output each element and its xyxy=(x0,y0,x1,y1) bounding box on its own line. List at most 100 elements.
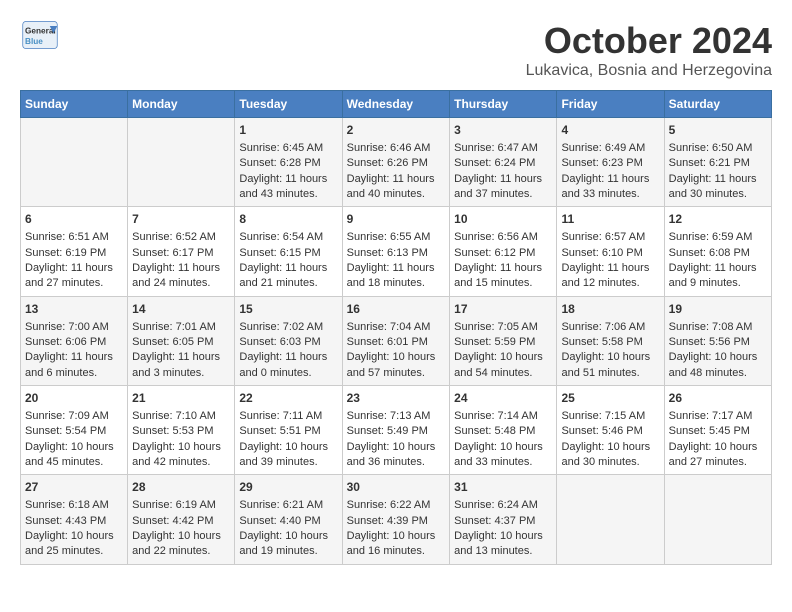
sunrise-text: Sunrise: 6:46 AM xyxy=(347,142,431,154)
calendar-cell: 13Sunrise: 7:00 AMSunset: 6:06 PMDayligh… xyxy=(21,296,128,385)
day-number: 16 xyxy=(347,301,446,318)
calendar-cell: 7 Sunrise: 6:52 AM Sunset: 6:17 PM Daylight… xyxy=(128,207,235,296)
sunrise-text: Sunrise: 7:05 AM xyxy=(454,321,538,333)
calendar-week-4: 20Sunrise: 7:09 AMSunset: 5:54 PMDayligh… xyxy=(21,386,772,475)
day-number: 2 xyxy=(347,122,446,139)
weekday-header-thursday: Thursday xyxy=(450,91,557,118)
calendar-cell: 10Sunrise: 6:56 AMSunset: 6:12 PMDayligh… xyxy=(450,207,557,296)
sunrise-text: Sunrise: 7:15 AM xyxy=(561,410,645,422)
calendar-cell: 12Sunrise: 6:59 AMSunset: 6:08 PMDayligh… xyxy=(664,207,771,296)
weekday-header-monday: Monday xyxy=(128,91,235,118)
sunset-text: Sunset: 4:43 PM xyxy=(25,515,106,527)
sunrise-text: Sunrise: 7:08 AM xyxy=(669,321,753,333)
month-title: October 2024 xyxy=(526,20,772,62)
day-number: 14 xyxy=(132,301,230,318)
day-number: 7 xyxy=(132,211,230,228)
day-number: 12 xyxy=(669,211,767,228)
day-number: 30 xyxy=(347,479,446,496)
daylight-text: Daylight: 10 hours and 13 minutes. xyxy=(454,530,543,557)
day-number: 15 xyxy=(239,301,337,318)
calendar-table: SundayMondayTuesdayWednesdayThursdayFrid… xyxy=(20,90,772,565)
daylight-text: Daylight: 10 hours and 27 minutes. xyxy=(669,441,758,468)
sunset-text: Sunset: 5:58 PM xyxy=(561,336,642,348)
day-number: 10 xyxy=(454,211,552,228)
sunrise-text: Sunrise: 7:04 AM xyxy=(347,321,431,333)
day-number: 21 xyxy=(132,390,230,407)
logo: General Blue xyxy=(20,20,64,50)
sunrise-text: Sunrise: 6:47 AM xyxy=(454,142,538,154)
weekday-header-tuesday: Tuesday xyxy=(235,91,342,118)
sunset-text: Sunset: 5:46 PM xyxy=(561,425,642,437)
sunrise-text: Sunrise: 7:14 AM xyxy=(454,410,538,422)
calendar-cell xyxy=(128,118,235,207)
daylight-text: Daylight: 10 hours and 30 minutes. xyxy=(561,441,650,468)
calendar-body: 1Sunrise: 6:45 AMSunset: 6:28 PMDaylight… xyxy=(21,118,772,565)
weekday-header-friday: Friday xyxy=(557,91,664,118)
calendar-cell: 27Sunrise: 6:18 AMSunset: 4:43 PMDayligh… xyxy=(21,475,128,564)
svg-text:Blue: Blue xyxy=(25,37,43,46)
sunrise-text: Sunrise: 7:17 AM xyxy=(669,410,753,422)
logo-icon: General Blue xyxy=(20,20,60,50)
day-number: 23 xyxy=(347,390,446,407)
daylight-text: Daylight: 11 hours and 0 minutes. xyxy=(239,351,327,378)
day-number: 3 xyxy=(454,122,552,139)
day-number: 4 xyxy=(561,122,659,139)
day-number: 25 xyxy=(561,390,659,407)
calendar-cell: 22 Sunrise: 7:11 AM Sunset: 5:51 PM Dayligh… xyxy=(235,386,342,475)
sunset-text: Sunset: 6:15 PM xyxy=(239,247,320,259)
sunset-text: Sunset: 4:42 PM xyxy=(132,515,213,527)
calendar-cell: 20Sunrise: 7:09 AMSunset: 5:54 PMDayligh… xyxy=(21,386,128,475)
calendar-cell: 9Sunrise: 6:55 AMSunset: 6:13 PMDaylight… xyxy=(342,207,450,296)
calendar-cell: 18Sunrise: 7:06 AMSunset: 5:58 PMDayligh… xyxy=(557,296,664,385)
sunset-text: Sunset: 6:08 PM xyxy=(669,247,750,259)
sunrise-text: Sunrise: 6:54 AM xyxy=(239,231,323,243)
sunset-text: Sunset: 6:19 PM xyxy=(25,247,106,259)
calendar-cell: 21Sunrise: 7:10 AMSunset: 5:53 PMDayligh… xyxy=(128,386,235,475)
sunrise-text: Sunrise: 6:56 AM xyxy=(454,231,538,243)
sunset-text: Sunset: 6:03 PM xyxy=(239,336,320,348)
sunset-text: Sunset: 6:28 PM xyxy=(239,157,320,169)
daylight-text: Daylight: 10 hours and 39 minutes. xyxy=(239,441,328,468)
daylight-text: Daylight: 10 hours and 19 minutes. xyxy=(239,530,328,557)
day-number: 9 xyxy=(347,211,446,228)
sunset-text: Sunset: 5:48 PM xyxy=(454,425,535,437)
daylight-text: Daylight: 11 hours and 15 minutes. xyxy=(454,262,542,289)
sunrise-text: Sunrise: 6:52 AM xyxy=(132,231,216,243)
daylight-text: Daylight: 11 hours and 24 minutes. xyxy=(132,262,220,289)
sunset-text: Sunset: 6:17 PM xyxy=(132,247,213,259)
daylight-text: Daylight: 10 hours and 22 minutes. xyxy=(132,530,221,557)
day-number: 6 xyxy=(25,211,123,228)
calendar-cell xyxy=(21,118,128,207)
sunset-text: Sunset: 6:13 PM xyxy=(347,247,428,259)
sunset-text: Sunset: 5:54 PM xyxy=(25,425,106,437)
sunrise-text: Sunrise: 6:22 AM xyxy=(347,499,431,511)
sunset-text: Sunset: 4:37 PM xyxy=(454,515,535,527)
day-number: 1 xyxy=(239,122,337,139)
calendar-week-3: 13Sunrise: 7:00 AMSunset: 6:06 PMDayligh… xyxy=(21,296,772,385)
sunrise-text: Sunrise: 6:21 AM xyxy=(239,499,323,511)
sunrise-text: Sunrise: 7:11 AM xyxy=(239,410,322,422)
calendar-cell: 29Sunrise: 6:21 AMSunset: 4:40 PMDayligh… xyxy=(235,475,342,564)
sunrise-text: Sunrise: 6:18 AM xyxy=(25,499,109,511)
day-number: 22 xyxy=(239,390,337,407)
sunrise-text: Sunrise: 7:02 AM xyxy=(239,321,323,333)
daylight-text: Daylight: 11 hours and 27 minutes. xyxy=(25,262,113,289)
daylight-text: Daylight: 11 hours and 12 minutes. xyxy=(561,262,649,289)
daylight-text: Daylight: 11 hours and 37 minutes. xyxy=(454,173,542,200)
day-number: 13 xyxy=(25,301,123,318)
sunset-text: Sunset: 5:51 PM xyxy=(239,425,320,437)
day-number: 26 xyxy=(669,390,767,407)
calendar-cell: 19Sunrise: 7:08 AMSunset: 5:56 PMDayligh… xyxy=(664,296,771,385)
sunset-text: Sunset: 6:26 PM xyxy=(347,157,428,169)
day-number: 29 xyxy=(239,479,337,496)
calendar-cell: 14Sunrise: 7:01 AMSunset: 6:05 PMDayligh… xyxy=(128,296,235,385)
daylight-text: Daylight: 11 hours and 21 minutes. xyxy=(239,262,327,289)
sunrise-text: Sunrise: 6:57 AM xyxy=(561,231,645,243)
daylight-text: Daylight: 11 hours and 3 minutes. xyxy=(132,351,220,378)
calendar-cell xyxy=(664,475,771,564)
day-number: 18 xyxy=(561,301,659,318)
daylight-text: Daylight: 10 hours and 54 minutes. xyxy=(454,351,543,378)
daylight-text: Daylight: 11 hours and 43 minutes. xyxy=(239,173,327,200)
day-number: 27 xyxy=(25,479,123,496)
daylight-text: Daylight: 10 hours and 42 minutes. xyxy=(132,441,221,468)
